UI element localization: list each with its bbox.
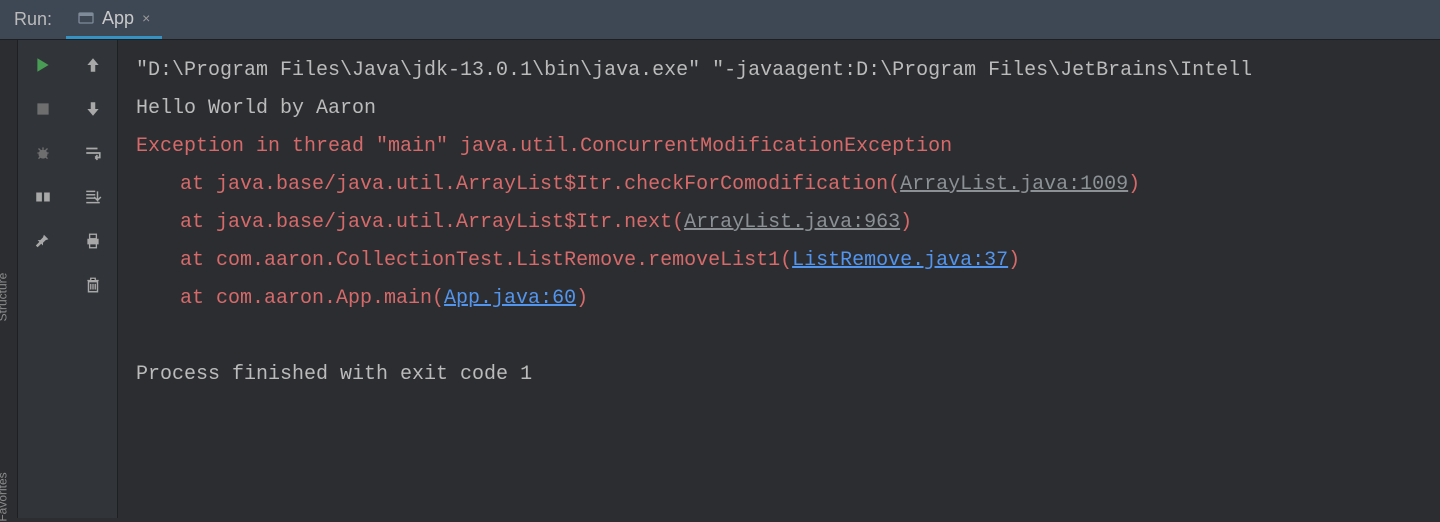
stack-frame-3-link[interactable]: ListRemove.java:37 [792,249,1008,272]
run-tool-topbar: Run: App × [0,0,1440,40]
tab-label: App [102,8,134,29]
soft-wrap-icon[interactable] [82,142,104,164]
console-line-cmd: "D:\Program Files\Java\jdk-13.0.1\bin\ja… [136,59,1252,82]
run-toolbar-column-b [68,40,118,518]
stack-frame-4-post: ) [576,287,588,310]
pin-icon[interactable] [32,230,54,252]
stack-frame-2-post: ) [900,211,912,234]
structure-tool-label[interactable]: Structure [0,273,9,322]
close-icon[interactable]: × [142,10,150,26]
console-line-hello: Hello World by Aaron [136,97,376,120]
favorites-tool-label[interactable]: Favorites [0,472,10,521]
bug-icon[interactable] [32,142,54,164]
console-output[interactable]: "D:\Program Files\Java\jdk-13.0.1\bin\ja… [118,40,1440,518]
run-label: Run: [0,9,66,30]
run-icon[interactable] [32,54,54,76]
stack-frame-1-post: ) [1128,173,1140,196]
left-side-tool-strip: Structure Favorites [0,40,18,518]
stack-frame-3-pre: at com.aaron.CollectionTest.ListRemove.r… [180,249,792,272]
stack-frame-1-link[interactable]: ArrayList.java:1009 [900,173,1128,196]
layout-icon[interactable] [32,186,54,208]
stack-frame-2-link[interactable]: ArrayList.java:963 [684,211,900,234]
scroll-to-end-icon[interactable] [82,186,104,208]
stack-frame-2-pre: at java.base/java.util.ArrayList$Itr.nex… [180,211,684,234]
console-line-exit: Process finished with exit code 1 [136,363,532,386]
run-tab-app[interactable]: App × [66,0,162,39]
stack-frame-4-link[interactable]: App.java:60 [444,287,576,310]
print-icon[interactable] [82,230,104,252]
down-arrow-icon[interactable] [82,98,104,120]
trash-icon[interactable] [82,274,104,296]
stop-icon[interactable] [32,98,54,120]
console-line-exception: Exception in thread "main" java.util.Con… [136,135,952,158]
up-arrow-icon[interactable] [82,54,104,76]
app-config-icon [78,10,94,26]
stack-frame-1-pre: at java.base/java.util.ArrayList$Itr.che… [180,173,900,196]
main-area: Structure Favorites [0,40,1440,518]
stack-frame-3-post: ) [1008,249,1020,272]
run-toolbar-column-a [18,40,68,518]
stack-frame-4-pre: at com.aaron.App.main( [180,287,444,310]
